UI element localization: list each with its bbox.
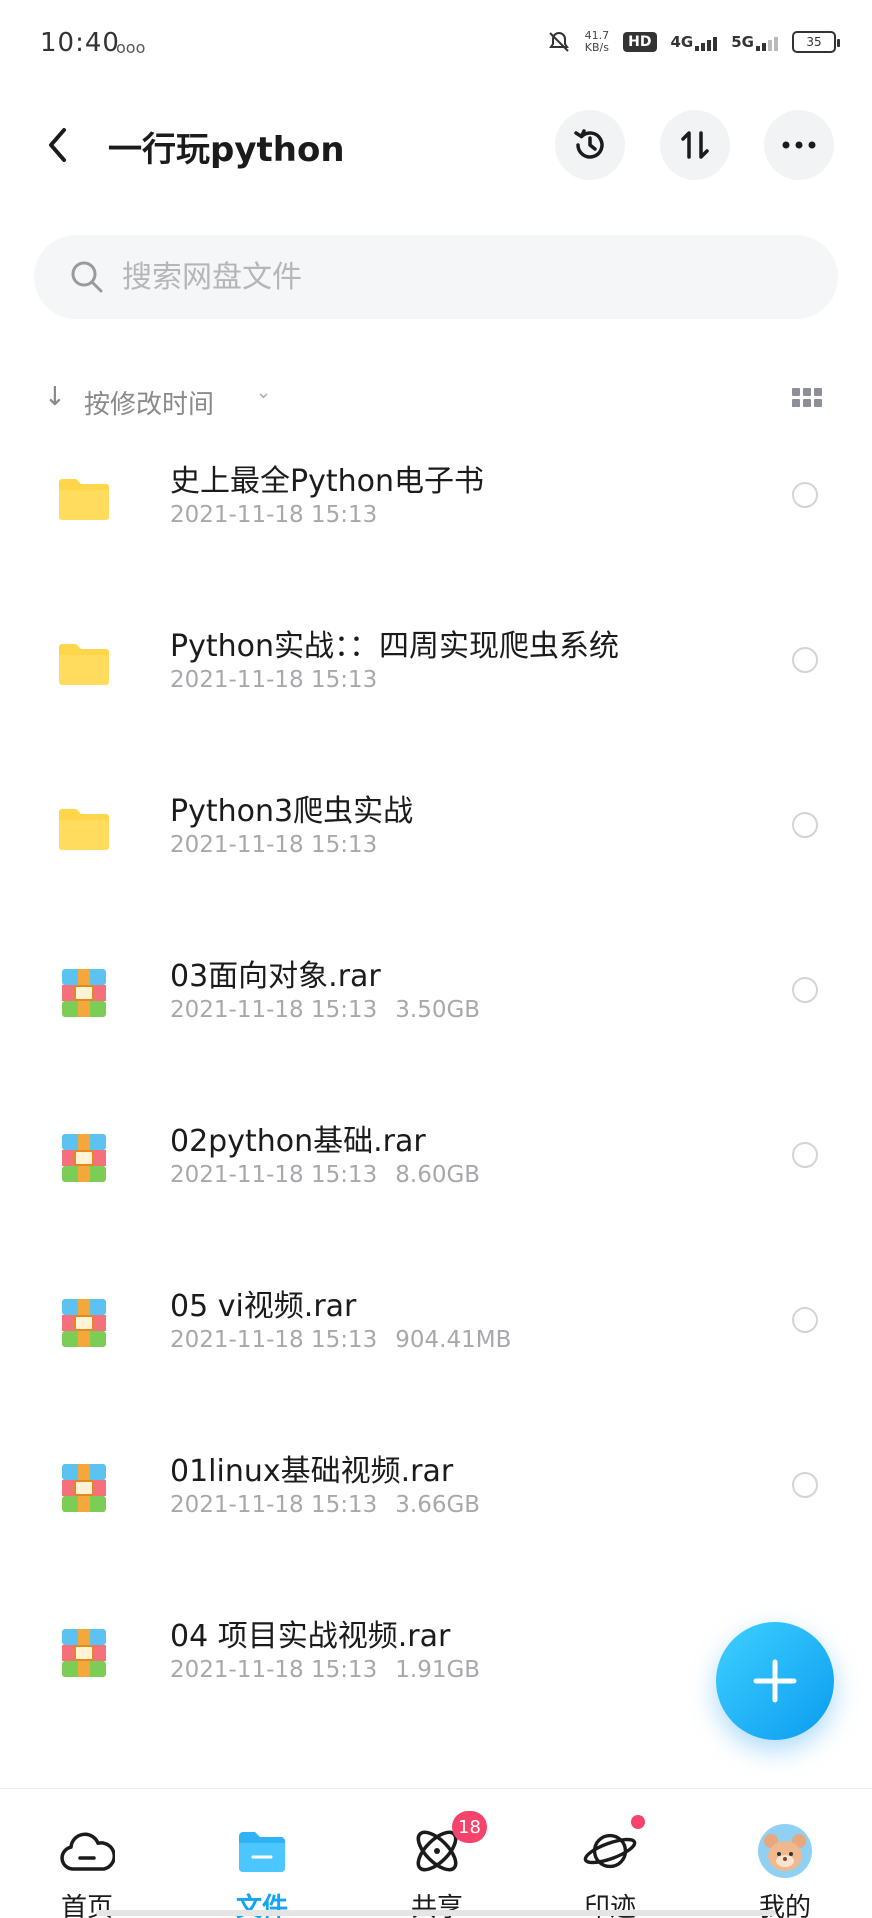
file-name: Python实战：：四周实现爬虫系统	[170, 629, 619, 664]
file-meta: 2021-11-18 15:13	[170, 502, 378, 528]
hd-icon: HD	[623, 32, 657, 52]
folder-icon	[56, 800, 112, 856]
rar-archive-icon	[56, 1460, 112, 1516]
sort-direction-icon[interactable]: ↓	[44, 382, 66, 412]
nav-item-files[interactable]: 文件	[197, 1789, 327, 1918]
rar-archive-icon	[56, 965, 112, 1021]
search-bar[interactable]	[34, 235, 838, 319]
select-checkbox[interactable]	[792, 482, 818, 508]
nav-item-home[interactable]: 首页	[22, 1789, 152, 1918]
back-button[interactable]	[38, 122, 78, 168]
list-item[interactable]: Python3爬虫实战 2021-11-18 15:13	[0, 760, 872, 925]
file-name: 05 vi视频.rar	[170, 1289, 357, 1324]
sort-icon	[681, 131, 709, 159]
page-title: 一行玩python	[108, 130, 345, 170]
list-item[interactable]: Python实战：：四周实现爬虫系统 2021-11-18 15:13	[0, 595, 872, 760]
signal-5g-icon: 5G	[731, 33, 778, 51]
list-item[interactable]: 史上最全Python电子书 2021-11-18 15:13	[0, 430, 872, 595]
search-icon	[70, 260, 104, 294]
home-indicator	[96, 1910, 776, 1916]
file-meta: 2021-11-18 15:13 904.41MB	[170, 1327, 512, 1353]
rar-archive-icon	[56, 1625, 112, 1681]
file-meta: 2021-11-18 15:13	[170, 832, 378, 858]
more-button[interactable]	[764, 110, 834, 180]
file-name: 03面向对象.rar	[170, 959, 381, 994]
network-speed: 41.7 KB/s	[584, 29, 610, 54]
list-item[interactable]: 01linux基础视频.rar 2021-11-18 15:13 3.66GB	[0, 1420, 872, 1585]
more-icon	[782, 141, 816, 149]
file-meta: 2021-11-18 15:13	[170, 667, 378, 693]
rar-archive-icon	[56, 1130, 112, 1186]
notification-dot	[631, 1815, 645, 1829]
nav-item-share[interactable]: 18 共享	[372, 1789, 502, 1918]
file-name: 04 项目实战视频.rar	[170, 1619, 451, 1654]
file-list: 史上最全Python电子书 2021-11-18 15:13 Python实战：…	[0, 430, 872, 1750]
bottom-nav: 首页 文件 18 共享 印迹 我的	[0, 1788, 872, 1918]
app-header: 一行玩python	[0, 100, 872, 190]
list-item[interactable]: 02python基础.rar 2021-11-18 15:13 8.60GB	[0, 1090, 872, 1255]
sort-label[interactable]: 按修改时间	[84, 384, 214, 421]
folder-icon	[234, 1823, 290, 1879]
status-time: 10:40	[40, 28, 120, 58]
mute-bell-icon	[547, 30, 571, 54]
select-checkbox[interactable]	[792, 977, 818, 1003]
status-bar: 10:40 ooo 41.7 KB/s HD 4G 5G 35	[0, 0, 872, 92]
file-meta: 2021-11-18 15:13 8.60GB	[170, 1162, 481, 1188]
cloud-home-icon	[59, 1823, 115, 1879]
file-name: 01linux基础视频.rar	[170, 1454, 454, 1489]
folder-icon	[56, 470, 112, 526]
ring-mode-icon: ooo	[116, 38, 146, 57]
plus-icon	[753, 1659, 797, 1703]
avatar-icon	[757, 1823, 813, 1879]
nav-item-footprint[interactable]: 印迹	[545, 1789, 675, 1918]
select-checkbox[interactable]	[792, 1307, 818, 1333]
sort-row: ↓ 按修改时间 ⌄	[0, 378, 872, 424]
file-name: 史上最全Python电子书	[170, 464, 484, 499]
folder-icon	[56, 635, 112, 691]
select-checkbox[interactable]	[792, 1472, 818, 1498]
signal-4g-icon: 4G	[671, 33, 718, 51]
list-item[interactable]: 05 vi视频.rar 2021-11-18 15:13 904.41MB	[0, 1255, 872, 1420]
file-meta: 2021-11-18 15:13 1.91GB	[170, 1657, 481, 1683]
battery-icon: 35	[792, 31, 840, 53]
list-item[interactable]: 03面向对象.rar 2021-11-18 15:13 3.50GB	[0, 925, 872, 1090]
select-checkbox[interactable]	[792, 1142, 818, 1168]
notification-badge: 18	[452, 1811, 487, 1843]
nav-item-me[interactable]: 我的	[720, 1789, 850, 1918]
rar-archive-icon	[56, 1295, 112, 1351]
sort-button[interactable]	[660, 110, 730, 180]
select-checkbox[interactable]	[792, 812, 818, 838]
search-input[interactable]	[122, 259, 722, 295]
back-arrow-icon	[49, 128, 66, 162]
chevron-down-icon[interactable]: ⌄	[256, 382, 271, 403]
status-icons: 41.7 KB/s HD 4G 5G 35	[547, 29, 840, 54]
add-button[interactable]	[716, 1622, 834, 1740]
planet-icon	[582, 1823, 638, 1879]
grid-view-icon[interactable]	[792, 388, 822, 410]
file-meta: 2021-11-18 15:13 3.66GB	[170, 1492, 481, 1518]
file-name: Python3爬虫实战	[170, 794, 414, 829]
select-checkbox[interactable]	[792, 647, 818, 673]
history-button[interactable]	[555, 110, 625, 180]
file-meta: 2021-11-18 15:13 3.50GB	[170, 997, 481, 1023]
file-name: 02python基础.rar	[170, 1124, 426, 1159]
history-icon	[574, 129, 604, 159]
